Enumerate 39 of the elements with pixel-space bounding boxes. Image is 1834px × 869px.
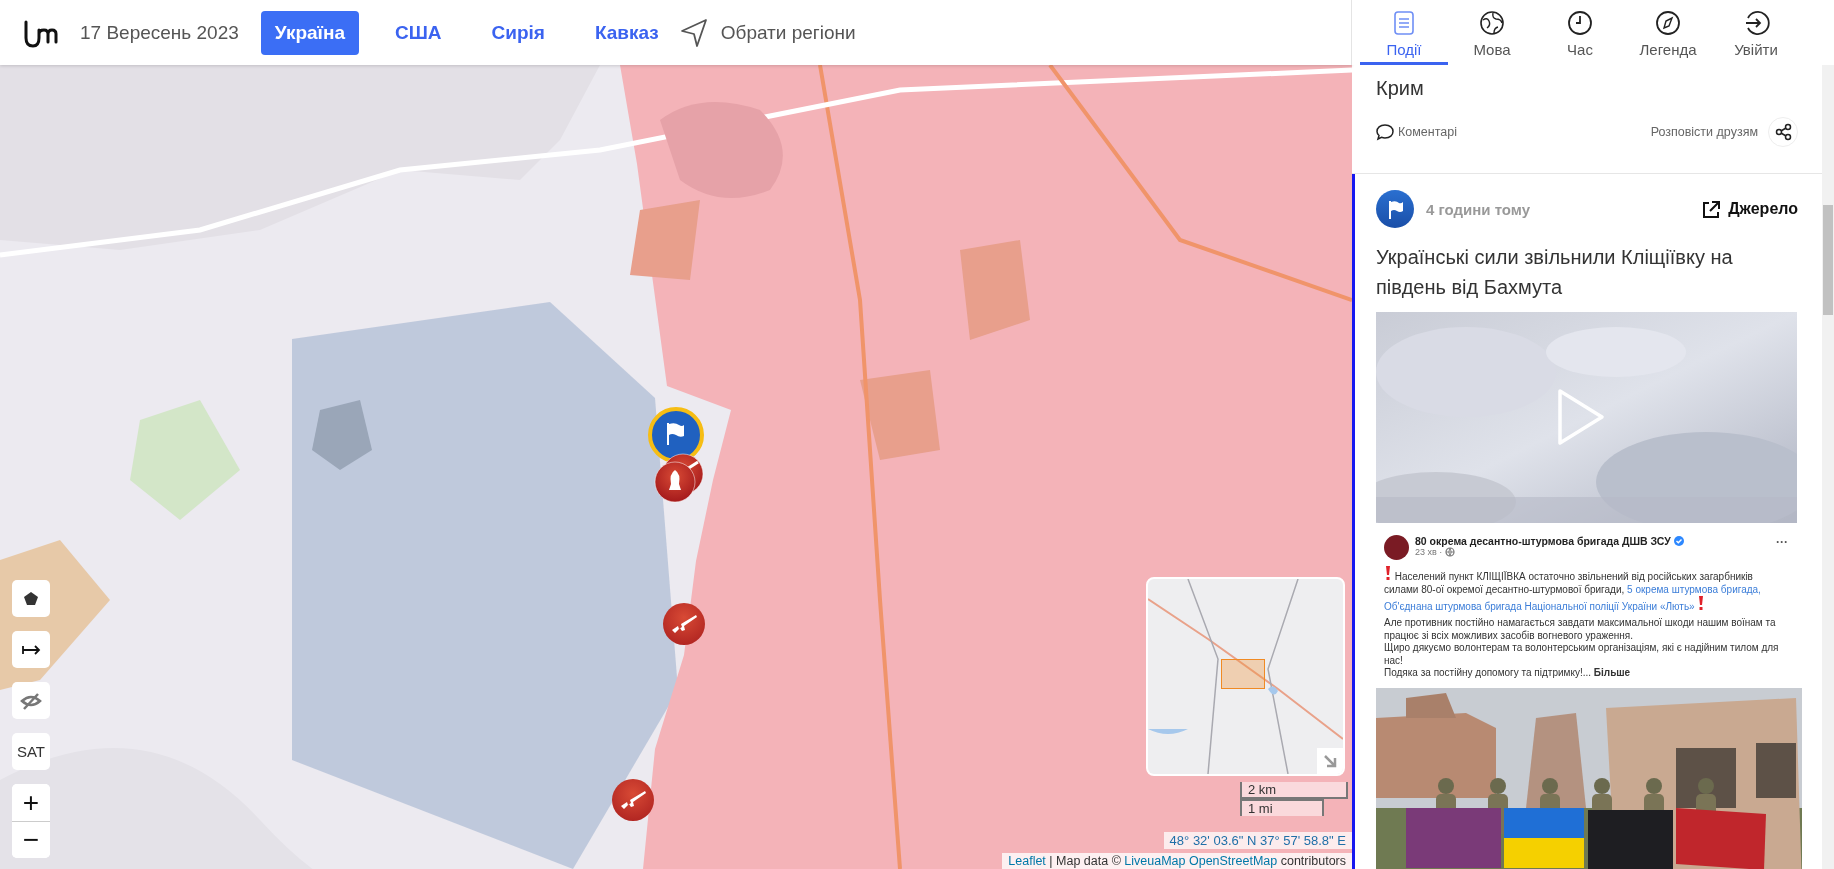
more-button[interactable]: ···: [1776, 535, 1788, 549]
post-time: 23 хв ·: [1415, 547, 1443, 557]
scrollbar[interactable]: [1822, 65, 1834, 869]
region-tab[interactable]: Кавказ: [580, 10, 673, 55]
share-icon: [1774, 123, 1792, 141]
exclamation-icon: [1697, 596, 1706, 610]
brigade-avatar-icon: [1384, 535, 1409, 560]
nav-tab[interactable]: Час: [1536, 0, 1624, 65]
source-link[interactable]: Джерело: [1700, 198, 1798, 220]
post-link[interactable]: 5 окрема штурмова бригада,: [1627, 584, 1761, 595]
post-author[interactable]: 80 окрема десантно-штурмова бригада ДШВ ЗСУ: [1415, 535, 1671, 547]
post-link[interactable]: Об'єднана штурмова бригада Національної поліції України «Лють»: [1384, 601, 1695, 612]
time-label: 4 години тому: [1426, 200, 1531, 218]
nav-tab[interactable]: Увійти: [1712, 0, 1800, 65]
clock-icon: [1566, 8, 1594, 37]
external-link-icon: [1700, 198, 1723, 220]
post-text: Але противник постійно намагається завдати максимальної шкоди нашим воїнам та працює зі всіх можливих засобів вогневого ураження.: [1384, 617, 1777, 642]
compass-icon: [1654, 8, 1682, 37]
date-label: 17 Вересень 2023: [80, 21, 239, 44]
exclamation-icon: [1384, 566, 1392, 580]
globe-icon: [1478, 8, 1506, 37]
flag-avatar-icon: [1376, 190, 1414, 228]
nav-tab[interactable]: Легенда: [1624, 0, 1712, 65]
news-title[interactable]: Українські сили звільнили Кліщіївку на південь від Бахмута: [1376, 242, 1786, 302]
region-tab[interactable]: США: [380, 10, 456, 55]
navigation-arrow-icon[interactable]: [678, 16, 709, 49]
region-tab[interactable]: Сирія: [477, 10, 559, 55]
post-text: Населений пункт КЛІЩІЇВКА остаточно звільнений від російських загарбників силами 80-ої окремої десантно-штурмової бригади, 5 окрема штурмова бригада, Об'єднана штурмова бригада Національної поліції України «Лють»: [1384, 566, 1788, 613]
comment-icon: [1376, 123, 1394, 141]
post-text: Щиро дякуємо волонтерам та волонтерським організаціям, які є надійним тилом для нас!: [1384, 642, 1780, 667]
choose-regions-link[interactable]: Обрати регіони: [720, 21, 856, 44]
post-text: Подяка за постійну допомогу та підтримку!... Більше: [1384, 667, 1632, 680]
share-button[interactable]: [1768, 117, 1798, 147]
comments-button[interactable]: Коментарі: [1376, 123, 1457, 141]
globe-icon: [1445, 547, 1456, 557]
share-label: Розповісти друзям: [1650, 125, 1758, 139]
nav-tab[interactable]: Мова: [1448, 0, 1536, 65]
news-title[interactable]: Крим: [1376, 73, 1798, 103]
region-tab[interactable]: Україна: [260, 10, 359, 55]
